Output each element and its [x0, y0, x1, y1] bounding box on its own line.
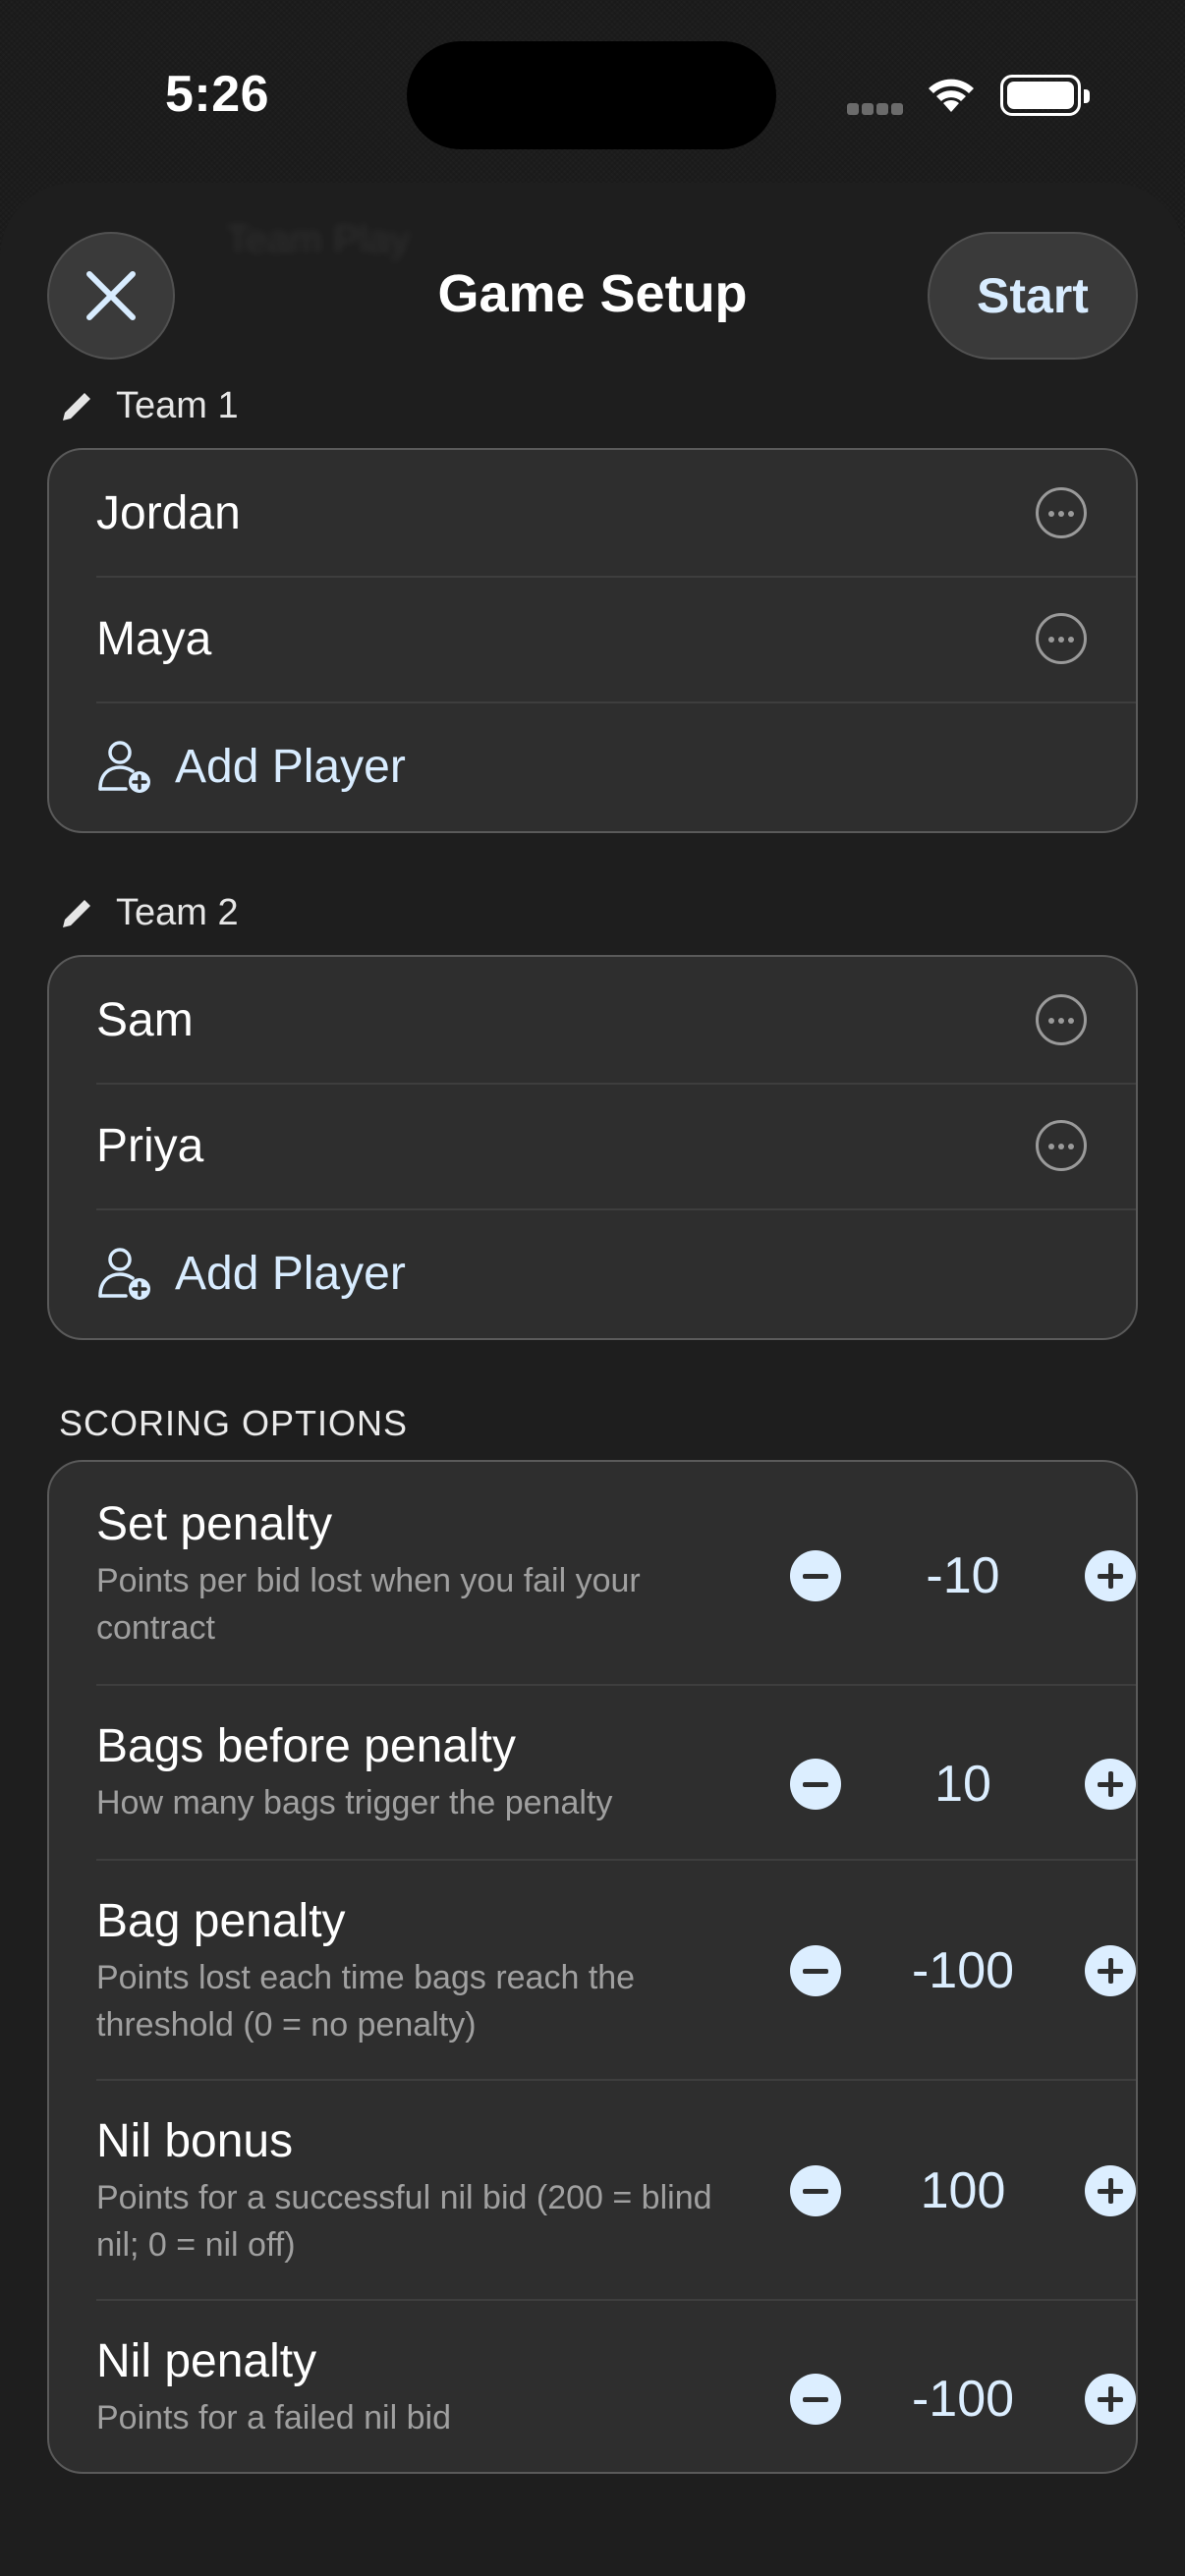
decrement-button[interactable] — [790, 2374, 841, 2425]
team-1-name-editor[interactable]: Team 1 — [59, 385, 239, 427]
option-title: Nil bonus — [96, 2115, 294, 2167]
team-2-label: Team 2 — [116, 892, 239, 933]
player-row[interactable]: Priya — [49, 1083, 1136, 1208]
team-2-name-editor[interactable]: Team 2 — [59, 892, 239, 934]
more-options-icon[interactable] — [1036, 1120, 1087, 1171]
add-person-icon — [98, 741, 150, 793]
add-person-icon — [98, 1248, 150, 1300]
cellular-signal-icon — [847, 102, 906, 116]
bag-penalty-stepper[interactable]: -100 — [745, 1942, 1136, 2004]
option-nil-penalty: Nil penalty Points for a failed nil bid … — [49, 2299, 1136, 2472]
background-ghost-title: Team Play — [226, 218, 410, 261]
pencil-icon — [63, 899, 90, 927]
option-title: Set penalty — [96, 1498, 333, 1550]
stepper-value: 100 — [920, 2162, 1006, 2219]
scoring-options-card: Set penalty Points per bid lost when you… — [47, 1460, 1138, 2474]
nil-bonus-stepper[interactable]: 100 — [745, 2162, 1136, 2224]
option-nil-bonus: Nil bonus Points for a successful nil bi… — [49, 2079, 1136, 2299]
player-row[interactable]: Jordan — [49, 450, 1136, 576]
status-bar: 5:26 — [0, 0, 1185, 187]
option-title: Bag penalty — [96, 1895, 346, 1947]
option-set-penalty: Set penalty Points per bid lost when you… — [49, 1462, 1136, 1684]
add-player-label: Add Player — [175, 740, 406, 793]
team-1-label: Team 1 — [116, 385, 239, 426]
player-name: Maya — [96, 612, 212, 665]
decrement-button[interactable] — [790, 1550, 841, 1601]
increment-button[interactable] — [1085, 2374, 1136, 2425]
stepper-value: -100 — [911, 1942, 1015, 1999]
start-button[interactable]: Start — [928, 232, 1138, 360]
more-options-icon[interactable] — [1036, 613, 1087, 664]
increment-button[interactable] — [1085, 1550, 1136, 1601]
battery-icon — [1000, 75, 1090, 116]
more-options-icon[interactable] — [1036, 487, 1087, 538]
increment-button[interactable] — [1085, 1759, 1136, 1810]
team-1-card: Jordan Maya Add Player — [47, 448, 1138, 833]
set-penalty-stepper[interactable]: -10 — [745, 1547, 1136, 1609]
decrement-button[interactable] — [790, 2165, 841, 2216]
pencil-icon — [63, 392, 90, 420]
option-bags-before-penalty: Bags before penalty How many bags trigge… — [49, 1684, 1136, 1859]
dynamic-island — [407, 41, 776, 149]
option-subtitle: Points lost each time bags reach the thr… — [96, 1959, 636, 2044]
bags-before-penalty-stepper[interactable]: 10 — [745, 1756, 1136, 1818]
increment-button[interactable] — [1085, 2165, 1136, 2216]
more-options-icon[interactable] — [1036, 994, 1087, 1045]
stepper-value: 10 — [934, 1756, 991, 1813]
option-bag-penalty: Bag penalty Points lost each time bags r… — [49, 1859, 1136, 2079]
option-subtitle: Points for a failed nil bid — [96, 2399, 451, 2436]
status-time: 5:26 — [165, 66, 270, 123]
decrement-button[interactable] — [790, 1759, 841, 1810]
team-2-card: Sam Priya Add Player — [47, 955, 1138, 1340]
decrement-button[interactable] — [790, 1945, 841, 1996]
player-row[interactable]: Maya — [49, 576, 1136, 701]
option-subtitle: Points for a successful nil bid (200 = b… — [96, 2179, 712, 2264]
scoring-options-header: SCORING OPTIONS — [59, 1403, 409, 1443]
wifi-icon — [929, 79, 974, 112]
player-name: Priya — [96, 1119, 204, 1172]
player-row[interactable]: Sam — [49, 957, 1136, 1083]
option-subtitle: Points per bid lost when you fail your c… — [96, 1562, 641, 1647]
stepper-value: -10 — [926, 1547, 1000, 1604]
add-player-label: Add Player — [175, 1247, 406, 1300]
stepper-value: -100 — [911, 2371, 1015, 2428]
increment-button[interactable] — [1085, 1945, 1136, 1996]
add-player-button[interactable]: Add Player — [49, 1208, 1136, 1338]
add-player-button[interactable]: Add Player — [49, 701, 1136, 831]
player-name: Sam — [96, 993, 194, 1046]
option-subtitle: How many bags trigger the penalty — [96, 1784, 613, 1821]
nil-penalty-stepper[interactable]: -100 — [745, 2371, 1136, 2433]
player-name: Jordan — [96, 486, 241, 539]
